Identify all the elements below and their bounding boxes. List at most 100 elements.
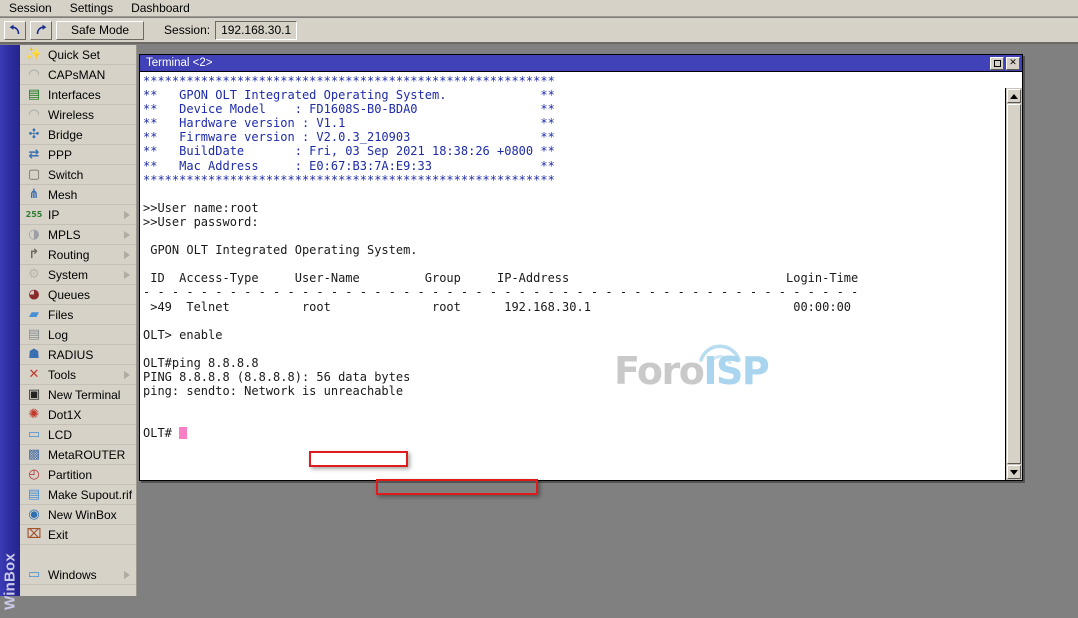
redo-button[interactable] [30, 21, 52, 40]
sidebar: WinBox ✨Quick Set◠CAPsMAN▤Interfaces◠Wir… [0, 45, 137, 596]
terminal-welcome-line: GPON OLT Integrated Operating System. [143, 243, 418, 257]
bridge-icon: ✣ [25, 127, 43, 143]
sidebar-item-system[interactable]: ⚙System [20, 265, 136, 285]
terminal-window[interactable]: Terminal <2> ✕ *************************… [139, 54, 1023, 481]
undo-button[interactable] [4, 21, 26, 40]
sidebar-item-interfaces[interactable]: ▤Interfaces [20, 85, 136, 105]
sidebar-item-files[interactable]: ▰Files [20, 305, 136, 325]
terminal-ping-output: PING 8.8.8.8 (8.8.8.8): 56 data bytes [143, 370, 410, 384]
sidebar-item-label: CAPsMAN [48, 68, 105, 82]
sidebar-item-new-terminal[interactable]: ▣ New Terminal [20, 385, 136, 405]
sidebar-spacer [20, 545, 136, 565]
window-icon: ▭ [25, 567, 43, 583]
terminal-output: ****************************************… [143, 74, 1002, 480]
terminal-icon: ▣ [25, 387, 43, 403]
sidebar-item-partition[interactable]: ◴Partition [20, 465, 136, 485]
terminal-error-line: ping: sendto: Network is unreachable [143, 384, 403, 398]
sidebar-item-label: Switch [48, 168, 83, 182]
terminal-body[interactable]: ****************************************… [140, 71, 1022, 480]
scrollbar-track[interactable] [1007, 104, 1021, 464]
redo-arrow-icon [34, 24, 48, 36]
switch-icon: ▢ [25, 167, 43, 183]
sidebar-item-bridge[interactable]: ✣ Bridge [20, 125, 136, 145]
sidebar-item-label: New WinBox [48, 508, 117, 522]
terminal-banner: ****************************************… [143, 74, 555, 187]
sidebar-item-label: Bridge [48, 128, 83, 142]
menu-settings[interactable]: Settings [61, 0, 122, 16]
sidebar-item-switch[interactable]: ▢ Switch [20, 165, 136, 185]
partition-icon: ◴ [25, 467, 43, 483]
sidebar-item-capsman[interactable]: ◠ CAPsMAN [20, 65, 136, 85]
terminal-table-header: ID Access-Type User-Name Group IP-Addres… [143, 271, 858, 285]
sidebar-item-exit[interactable]: ⌧ Exit [20, 525, 136, 545]
metarouter-icon: ▩ [25, 447, 43, 463]
sidebar-item-queues[interactable]: ◕Queues [20, 285, 136, 305]
chevron-right-icon [124, 571, 130, 579]
sidebar-item-label: Interfaces [48, 88, 101, 102]
sidebar-item-windows[interactable]: ▭ Windows [20, 565, 136, 585]
sidebar-item-ppp[interactable]: ⇄PPP [20, 145, 136, 165]
scrollbar-thumb[interactable] [1007, 104, 1021, 464]
terminal-cursor [179, 427, 187, 439]
sidebar-item-metarouter[interactable]: ▩MetaROUTER [20, 445, 136, 465]
exit-icon: ⌧ [25, 527, 43, 543]
sidebar-item-lcd[interactable]: ▭LCD [20, 425, 136, 445]
sidebar-item-log[interactable]: ▤Log [20, 325, 136, 345]
terminal-table-row: >49 Telnet root root 192.168.30.1 00:00:… [143, 300, 851, 314]
terminal-table-divider: - - - - - - - - - - - - - - - - - - - - … [143, 285, 865, 299]
sidebar-item-new-winbox[interactable]: ◉New WinBox [20, 505, 136, 525]
sidebar-item-label: Windows [48, 568, 97, 582]
gear-icon: ⚙ [25, 267, 43, 283]
ip-255-icon: 255 [25, 207, 43, 223]
chevron-right-icon [124, 271, 130, 279]
sidebar-item-label: Tools [48, 368, 76, 382]
sidebar-item-mesh[interactable]: ⋔ Mesh [20, 185, 136, 205]
scroll-up-button[interactable] [1007, 89, 1021, 103]
chevron-right-icon [124, 371, 130, 379]
scroll-down-button[interactable] [1007, 465, 1021, 479]
sidebar-item-label: RADIUS [48, 348, 93, 362]
dot1x-icon: ✺ [25, 407, 43, 423]
mpls-icon: ◑ [25, 227, 43, 243]
chevron-right-icon [124, 251, 130, 259]
sidebar-item-radius[interactable]: ☗RADIUS [20, 345, 136, 365]
menu-dashboard[interactable]: Dashboard [122, 0, 199, 16]
sidebar-item-label: New Terminal [48, 388, 120, 402]
sidebar-item-wireless[interactable]: ◠Wireless [20, 105, 136, 125]
sidebar-item-label: Exit [48, 528, 68, 542]
maximize-button[interactable] [990, 57, 1004, 70]
sidebar-item-routing[interactable]: ↱Routing [20, 245, 136, 265]
ppp-link-icon: ⇄ [25, 147, 43, 163]
menu-bar: Session Settings Dashboard [0, 0, 1078, 17]
menu-session[interactable]: Session [0, 0, 61, 16]
sidebar-item-label: Files [48, 308, 73, 322]
close-icon: ✕ [1009, 59, 1017, 68]
chevron-right-icon [124, 211, 130, 219]
terminal-title-label: Terminal <2> [146, 57, 988, 69]
chevron-right-icon [124, 231, 130, 239]
sidebar-item-make-supout-rif[interactable]: ▤Make Supout.rif [20, 485, 136, 505]
session-value[interactable]: 192.168.30.1 [215, 21, 297, 40]
mesh-icon: ⋔ [25, 187, 43, 203]
antenna-icon: ◠ [25, 107, 43, 123]
lcd-icon: ▭ [25, 427, 43, 443]
terminal-title-bar[interactable]: Terminal <2> ✕ [140, 55, 1022, 71]
close-button[interactable]: ✕ [1006, 57, 1020, 70]
sidebar-item-quick-set[interactable]: ✨Quick Set [20, 45, 136, 65]
terminal-enable-line: OLT> enable [143, 328, 222, 342]
sidebar-item-label: Mesh [48, 188, 77, 202]
log-icon: ▤ [25, 327, 43, 343]
sidebar-item-ip[interactable]: 255IP [20, 205, 136, 225]
terminal-login-block: >>User name:root >>User password: [143, 201, 259, 229]
terminal-final-prompt: OLT# [143, 426, 179, 440]
scroll-up-arrow-icon [1010, 94, 1018, 99]
sidebar-item-tools[interactable]: ✕Tools [20, 365, 136, 385]
antenna-icon: ◠ [25, 67, 43, 83]
sidebar-item-dot1x[interactable]: ✺Dot1X [20, 405, 136, 425]
terminal-scrollbar[interactable] [1005, 88, 1022, 480]
terminal-ping-line: OLT#ping 8.8.8.8 [143, 356, 259, 370]
highlight-box-network-unreachable [376, 479, 538, 495]
sidebar-item-label: Queues [48, 288, 90, 302]
sidebar-item-mpls[interactable]: ◑MPLS [20, 225, 136, 245]
safe-mode-button[interactable]: Safe Mode [56, 21, 144, 40]
